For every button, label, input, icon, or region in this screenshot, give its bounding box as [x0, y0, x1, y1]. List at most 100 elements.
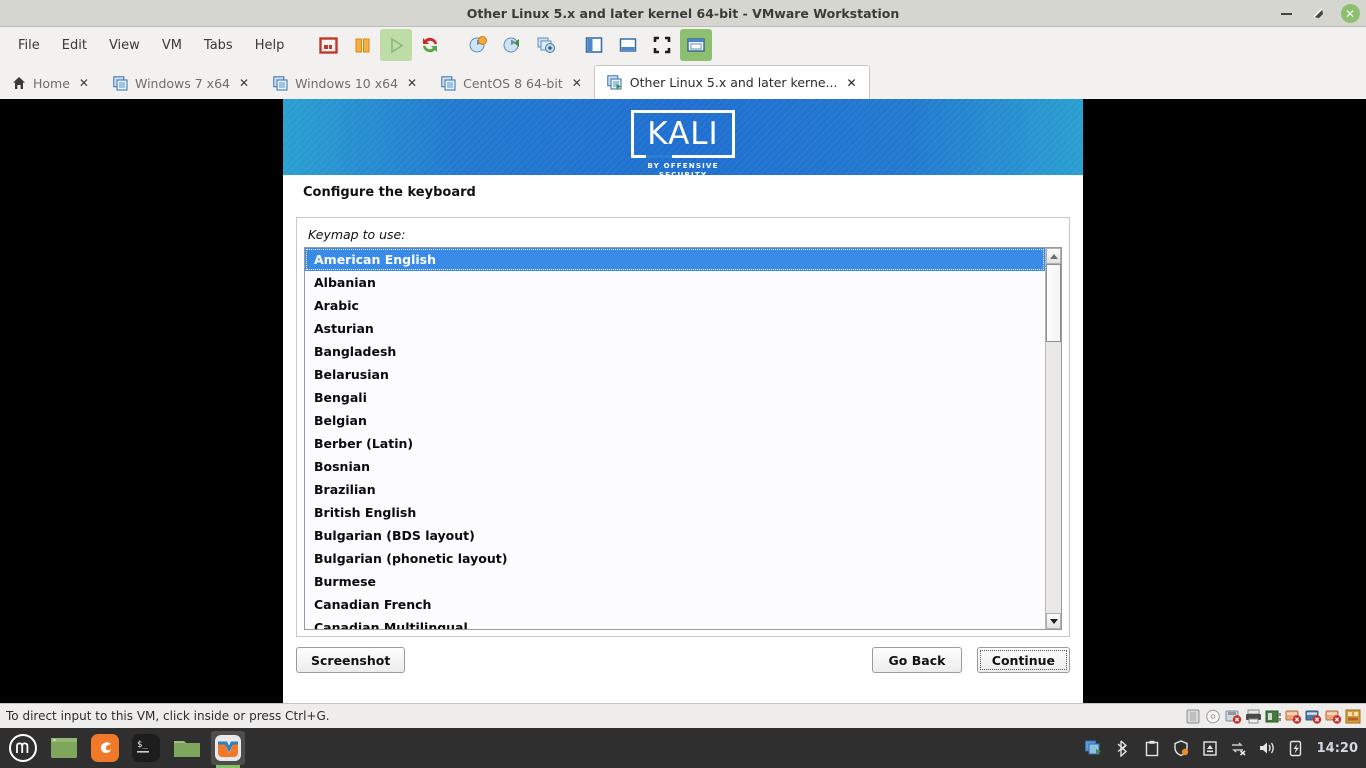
menu-view[interactable]: View: [99, 34, 150, 57]
sound-disconnected-icon[interactable]: [1305, 709, 1322, 724]
tab-centos-8-64-bit[interactable]: CentOS 8 64-bit ✕: [429, 67, 594, 99]
camera-disconnected-icon[interactable]: [1325, 709, 1342, 724]
menu-help[interactable]: Help: [245, 34, 295, 57]
unity-mode-button[interactable]: [680, 29, 713, 61]
network-disconnected-icon[interactable]: [1230, 739, 1248, 757]
menu-edit[interactable]: Edit: [52, 34, 97, 57]
library-toggle-button[interactable]: [578, 29, 610, 61]
floppy-disconnected-icon[interactable]: [1225, 709, 1242, 724]
suspend-button[interactable]: [346, 29, 378, 61]
terminal-icon: $_: [132, 734, 160, 762]
minimize-icon: [1280, 12, 1292, 15]
bluetooth-icon[interactable]: [1114, 739, 1132, 757]
vmware-button[interactable]: [211, 731, 245, 768]
fullscreen-button[interactable]: [646, 29, 678, 61]
power-on-button[interactable]: [380, 29, 413, 61]
power-off-button[interactable]: [312, 29, 344, 61]
menu-vm[interactable]: VM: [152, 34, 192, 57]
network-adapter-icon[interactable]: [1265, 709, 1282, 724]
tab-windows-7-x64[interactable]: Windows 7 x64 ✕: [101, 67, 261, 99]
list-item[interactable]: Asturian: [305, 317, 1045, 340]
maximize-button[interactable]: [1308, 4, 1328, 24]
vm-tab-bar: Home ✕ Windows 7 x64 ✕ Windows 10 x64 ✕: [0, 63, 1366, 99]
minimize-button[interactable]: [1276, 4, 1296, 24]
tab-windows-7-x64-close[interactable]: ✕: [237, 76, 251, 90]
tab-home-close[interactable]: ✕: [77, 76, 91, 90]
desktop-window-icon: [51, 738, 77, 758]
cd-dvd-icon[interactable]: [1205, 709, 1222, 724]
keymap-list[interactable]: American English Albanian Arabic Asturia…: [305, 248, 1045, 629]
tab-home-label: Home: [33, 75, 70, 91]
list-item[interactable]: Belarusian: [305, 363, 1045, 386]
list-item[interactable]: Bosnian: [305, 455, 1045, 478]
vm-display-area[interactable]: KALI BY OFFENSIVE SECURITY Configure the…: [0, 99, 1366, 703]
clipboard-icon[interactable]: [1143, 739, 1161, 757]
snapshot-manager-button[interactable]: [530, 29, 562, 61]
list-item[interactable]: Brazilian: [305, 478, 1045, 501]
shield-icon[interactable]: [1172, 739, 1190, 757]
eject-icon[interactable]: [1201, 739, 1219, 757]
list-item[interactable]: Arabic: [305, 294, 1045, 317]
sidebar-toggle-icon: [586, 37, 603, 53]
go-back-button[interactable]: Go Back: [872, 647, 962, 673]
keymap-listbox[interactable]: American English Albanian Arabic Asturia…: [304, 247, 1062, 630]
list-item[interactable]: Bengali: [305, 386, 1045, 409]
list-item[interactable]: Belgian: [305, 409, 1045, 432]
tab-windows-10-x64-close[interactable]: ✕: [405, 76, 419, 90]
printer-icon[interactable]: [1245, 709, 1262, 724]
menu-file[interactable]: File: [8, 34, 50, 57]
scrollbar-track[interactable]: [1046, 264, 1061, 613]
tab-centos-8-64-bit-close[interactable]: ✕: [570, 76, 584, 90]
list-item[interactable]: British English: [305, 501, 1045, 524]
tab-home[interactable]: Home ✕: [0, 67, 101, 99]
list-item[interactable]: Canadian Multilingual: [305, 616, 1045, 629]
title-bar: Other Linux 5.x and later kernel 64-bit …: [0, 0, 1366, 27]
vm-settings-icon[interactable]: [1345, 709, 1362, 724]
page-title: Configure the keyboard: [303, 185, 476, 200]
tab-other-linux-close[interactable]: ✕: [844, 76, 858, 90]
show-desktop-button[interactable]: [47, 731, 81, 765]
volume-icon[interactable]: [1259, 739, 1277, 757]
keymap-scrollbar[interactable]: [1045, 248, 1061, 629]
list-item[interactable]: American English: [305, 248, 1045, 271]
scroll-up-button[interactable]: [1046, 248, 1061, 264]
vm-icon: [441, 75, 456, 90]
list-item[interactable]: Bangladesh: [305, 340, 1045, 363]
hard-disk-icon[interactable]: [1185, 709, 1202, 724]
revert-snapshot-button[interactable]: [496, 29, 528, 61]
restart-guest-button[interactable]: [414, 29, 446, 61]
close-button[interactable]: ✕: [1340, 4, 1360, 24]
tab-windows-10-x64[interactable]: Windows 10 x64 ✕: [261, 67, 429, 99]
take-snapshot-button[interactable]: [462, 29, 494, 61]
list-item[interactable]: Bulgarian (BDS layout): [305, 524, 1045, 547]
thumbnail-bar-button[interactable]: [612, 29, 644, 61]
battery-icon[interactable]: [1288, 739, 1306, 757]
close-icon: ✕: [1340, 4, 1360, 23]
tab-other-linux[interactable]: Other Linux 5.x and later kerne... ✕: [593, 65, 870, 99]
list-item[interactable]: Bulgarian (phonetic layout): [305, 547, 1045, 570]
usb-disconnected-icon[interactable]: [1285, 709, 1302, 724]
vmware-workstation-window: Other Linux 5.x and later kernel 64-bit …: [0, 0, 1366, 768]
list-item[interactable]: Canadian French: [305, 593, 1045, 616]
menu-tabs[interactable]: Tabs: [194, 34, 243, 57]
list-item[interactable]: Albanian: [305, 271, 1045, 294]
scroll-down-button[interactable]: [1046, 613, 1061, 629]
list-item[interactable]: Berber (Latin): [305, 432, 1045, 455]
files-button[interactable]: [170, 731, 204, 765]
terminal-button[interactable]: $_: [129, 731, 163, 765]
list-item[interactable]: Burmese: [305, 570, 1045, 593]
vmware-tray-icon[interactable]: [1084, 739, 1103, 757]
kali-logo: KALI BY OFFENSIVE SECURITY: [631, 110, 735, 175]
status-message: To direct input to this VM, click inside…: [6, 709, 330, 723]
firefox-button[interactable]: [88, 731, 122, 765]
vm-icon: [273, 75, 288, 90]
mint-logo-icon: [9, 734, 37, 762]
screenshot-button[interactable]: Screenshot: [296, 647, 406, 673]
vm-toolbar: [312, 27, 713, 63]
restore-icon: [1313, 8, 1323, 18]
scrollbar-thumb[interactable]: [1046, 264, 1061, 342]
mint-menu-button[interactable]: [6, 731, 40, 765]
folder-icon: [174, 741, 200, 757]
continue-button[interactable]: Continue: [976, 647, 1070, 673]
taskbar-clock[interactable]: 14:20: [1317, 741, 1358, 756]
